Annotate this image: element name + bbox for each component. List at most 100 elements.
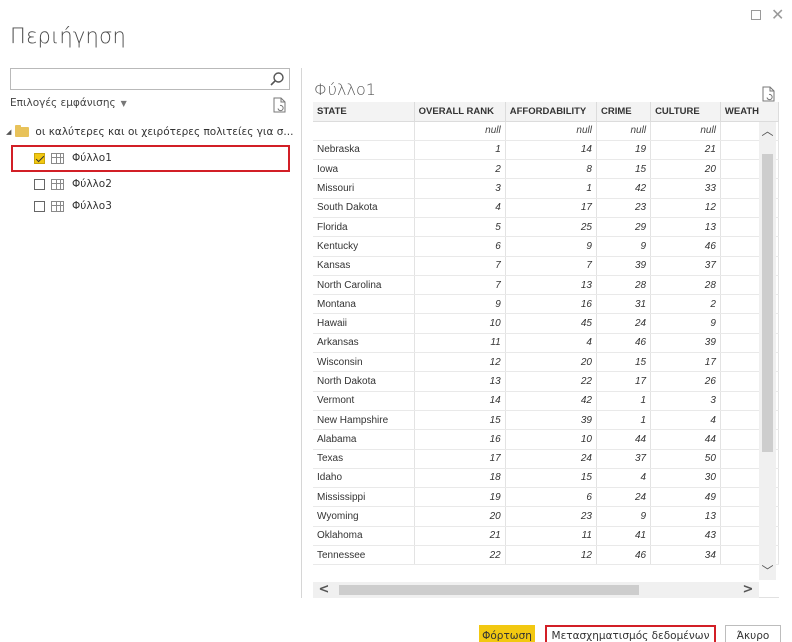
value-cell: 1 (596, 391, 652, 411)
value-cell: 41 (596, 526, 652, 547)
value-cell: 23 (596, 198, 652, 218)
table-row: Nebraska 1 14 19 21 (313, 140, 779, 161)
preview-title: Φύλλο1 (314, 80, 376, 99)
value-cell: 45 (505, 313, 597, 334)
state-cell: Mississippi (313, 487, 415, 508)
column-header[interactable]: AFFORDABILITY (505, 102, 597, 122)
maximize-icon[interactable] (751, 10, 761, 20)
checkbox-sheet3[interactable] (34, 200, 45, 212)
value-cell: 20 (505, 352, 597, 373)
table-row: Hawaii 10 45 24 9 (313, 313, 779, 334)
value-cell: 13 (505, 275, 597, 296)
column-header[interactable]: CRIME (596, 102, 652, 122)
scroll-right-icon[interactable]: > (741, 583, 755, 597)
value-cell: 16 (505, 294, 597, 315)
value-cell: 14 (414, 391, 506, 411)
value-cell: 37 (650, 256, 721, 276)
table-row: null null null null (313, 121, 779, 141)
horizontal-scrollbar[interactable]: < > (313, 582, 759, 598)
value-cell: 17 (596, 371, 652, 392)
value-cell: 6 (414, 236, 506, 257)
close-icon[interactable]: ✕ (771, 7, 784, 23)
table-row: Alabama 16 10 44 44 (313, 429, 779, 450)
value-cell: 1 (505, 178, 597, 199)
value-cell: 13 (650, 506, 721, 527)
horizontal-scroll-thumb[interactable] (339, 585, 639, 595)
value-cell: 7 (505, 256, 597, 276)
vertical-scroll-thumb[interactable] (762, 154, 773, 452)
pane-divider[interactable] (301, 68, 302, 598)
value-cell: 12 (414, 352, 506, 373)
vertical-scrollbar[interactable]: ︿ ﹀ (759, 122, 776, 580)
refresh-page-icon[interactable] (273, 97, 287, 113)
tree-item-sheet2[interactable]: Φύλλο2 (34, 175, 112, 193)
value-cell: 39 (505, 410, 597, 431)
value-cell: 2 (650, 294, 721, 315)
value-cell: 21 (414, 526, 506, 547)
state-cell: Vermont (313, 391, 415, 411)
value-cell: 9 (596, 236, 652, 257)
refresh-preview-icon[interactable] (762, 86, 776, 102)
value-cell: 12 (505, 545, 597, 566)
scroll-up-icon[interactable]: ︿ (761, 124, 774, 138)
table-row: Idaho 18 15 4 30 (313, 468, 779, 489)
state-cell: Nebraska (313, 140, 415, 161)
scroll-down-icon[interactable]: ﹀ (761, 564, 774, 578)
state-cell: Tennessee (313, 545, 415, 566)
value-cell: 11 (414, 333, 506, 354)
value-cell: 20 (414, 506, 506, 527)
column-header[interactable]: STATE (313, 102, 415, 122)
search-icon[interactable] (269, 71, 285, 87)
table-row: North Carolina 7 13 28 28 (313, 275, 779, 296)
value-cell: 19 (596, 140, 652, 161)
value-cell: 29 (596, 217, 652, 238)
cancel-button[interactable]: Άκυρο (725, 625, 781, 642)
load-button[interactable]: Φόρτωση (479, 625, 535, 642)
value-cell: 9 (596, 506, 652, 527)
value-cell: 23 (505, 506, 597, 527)
state-cell: North Dakota (313, 371, 415, 392)
value-cell: 15 (505, 468, 597, 489)
state-cell: South Dakota (313, 198, 415, 218)
value-cell: null (650, 121, 721, 141)
scroll-left-icon[interactable]: < (317, 583, 331, 597)
value-cell: 30 (650, 468, 721, 489)
value-cell: 9 (414, 294, 506, 315)
value-cell: 46 (596, 545, 652, 566)
table-icon (51, 152, 64, 164)
value-cell: 11 (505, 526, 597, 547)
state-cell: Kentucky (313, 236, 415, 257)
value-cell: 42 (596, 178, 652, 199)
search-input[interactable] (10, 68, 290, 90)
table-row: South Dakota 4 17 23 12 (313, 198, 779, 218)
state-cell: New Hampshire (313, 410, 415, 431)
table-row: Kentucky 6 9 9 46 (313, 236, 779, 257)
value-cell: 6 (505, 487, 597, 508)
tree-root-folder[interactable]: ◢ οι καλύτερες και οι χειρότερες πολιτεί… (6, 125, 294, 138)
dialog-title: Περιήγηση (10, 24, 127, 48)
column-header[interactable]: OVERALL RANK (414, 102, 506, 122)
value-cell: 3 (414, 178, 506, 199)
tree-item-sheet3[interactable]: Φύλλο3 (34, 197, 112, 215)
transform-data-button[interactable]: Μετασχηματισμός δεδομένων (545, 625, 716, 642)
tree-item-sheet1[interactable]: Φύλλο1 (34, 149, 112, 167)
expand-triangle-icon[interactable]: ◢ (6, 128, 11, 136)
checkbox-sheet2[interactable] (34, 178, 45, 190)
tree-root-label: οι καλύτερες και οι χειρότερες πολιτείες… (35, 126, 294, 138)
value-cell: 44 (650, 429, 721, 450)
checkbox-sheet1[interactable] (34, 152, 45, 164)
value-cell: 4 (505, 333, 597, 354)
value-cell: 8 (505, 159, 597, 180)
value-cell: 17 (505, 198, 597, 218)
value-cell: 37 (596, 449, 652, 469)
value-cell: 31 (596, 294, 652, 315)
display-options-dropdown[interactable]: Επιλογές εμφάνισης ▼ (10, 97, 127, 109)
table-row: Iowa 2 8 15 20 (313, 159, 779, 180)
value-cell: 25 (505, 217, 597, 238)
chevron-down-icon: ▼ (120, 99, 127, 108)
column-header[interactable]: WEATH (720, 102, 779, 122)
table-row: Montana 9 16 31 2 (313, 294, 779, 315)
state-cell: Montana (313, 294, 415, 315)
column-header[interactable]: CULTURE (650, 102, 721, 122)
value-cell: 17 (650, 352, 721, 373)
